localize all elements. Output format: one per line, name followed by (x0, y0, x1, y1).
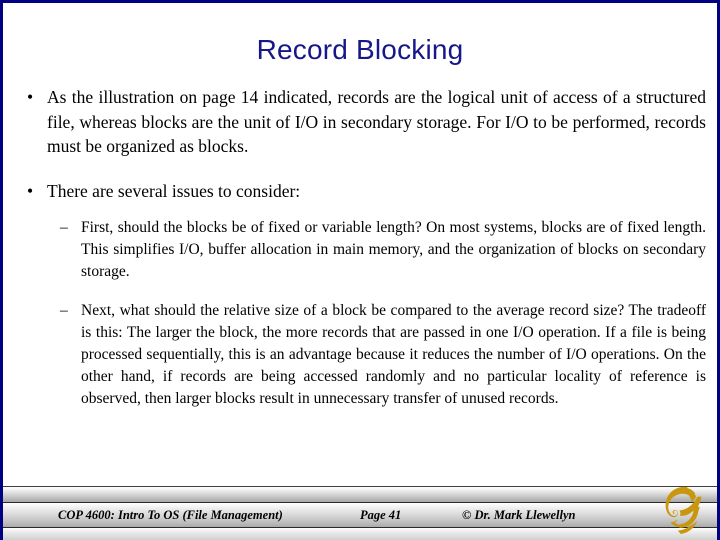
bullet-marker: • (27, 87, 34, 107)
sub-bullet-marker: – (60, 302, 68, 319)
sub-bullet-marker: – (60, 219, 68, 236)
sub-bullet-item: – Next, what should the relative size of… (14, 300, 706, 410)
footer-band (3, 487, 717, 502)
bullet-item: • As the illustration on page 14 indicat… (14, 85, 706, 159)
sub-bullet-text: Next, what should the relative size of a… (81, 302, 706, 407)
slide-footer: COP 4600: Intro To OS (File Management) … (3, 483, 717, 540)
bullet-item: • There are several issues to consider: (14, 179, 706, 204)
bullet-marker: • (27, 180, 34, 201)
bullet-text: As the illustration on page 14 indicated… (47, 87, 706, 156)
sub-bullet-item: – First, should the blocks be of fixed o… (14, 217, 706, 283)
footer-band (3, 528, 717, 540)
slide-title: Record Blocking (256, 34, 464, 65)
footer-course-label: COP 4600: Intro To OS (File Management) (58, 508, 283, 522)
sub-bullet-text: First, should the blocks be of fixed or … (81, 219, 706, 280)
footer-copyright: © Dr. Mark Llewellyn (462, 508, 576, 522)
bullet-text: There are several issues to consider: (47, 180, 301, 201)
footer-text-row: COP 4600: Intro To OS (File Management) … (3, 503, 717, 527)
slide-canvas: Record Blocking • As the illustration on… (0, 0, 720, 540)
ucf-pegasus-logo-icon (656, 483, 708, 540)
footer-page-number: Page 41 (360, 508, 402, 522)
slide-body: • As the illustration on page 14 indicat… (14, 85, 706, 421)
